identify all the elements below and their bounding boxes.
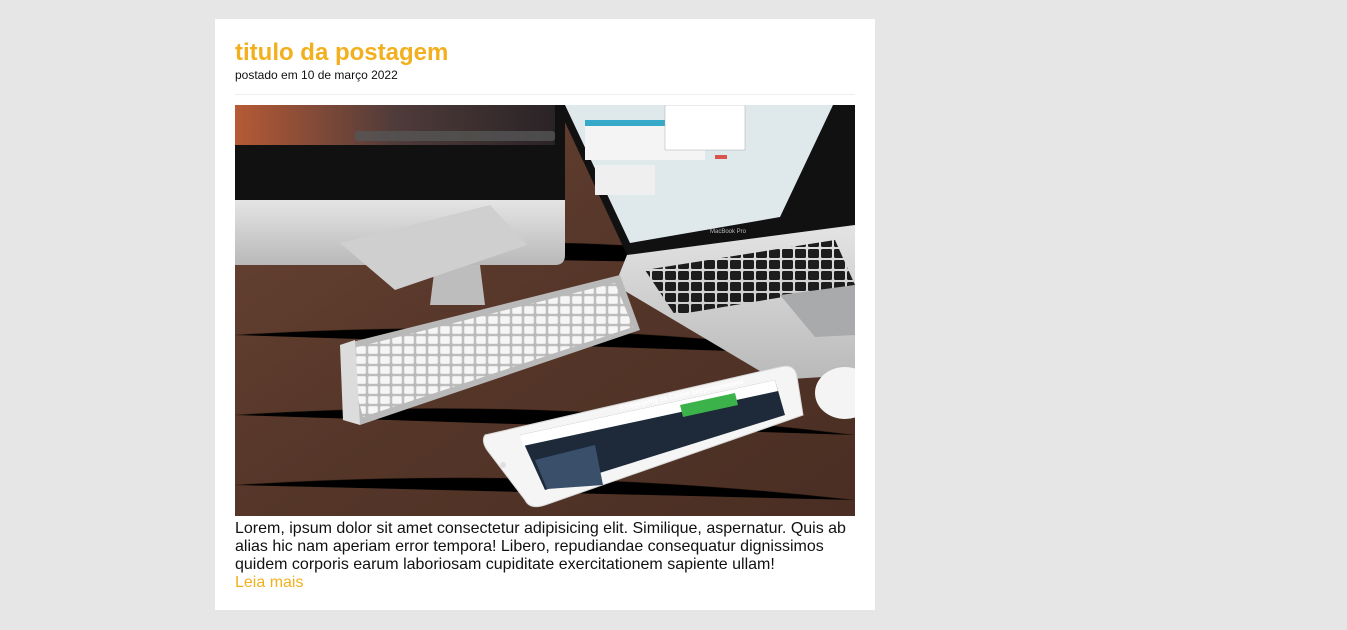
divider [235,94,855,95]
post-title: titulo da postagem [235,39,449,66]
post-body: Lorem, ipsum dolor sit amet consectetur … [235,520,846,573]
read-more-link[interactable]: Leia mais [235,574,303,592]
post-card: titulo da postagem postado em 10 de març… [215,19,875,610]
post-image: MacBook Pro Księgujemy za Ciebie bezprob… [235,105,855,516]
svg-text:MacBook Pro: MacBook Pro [710,229,747,235]
post-date: postado em 10 de março 2022 [235,68,398,82]
